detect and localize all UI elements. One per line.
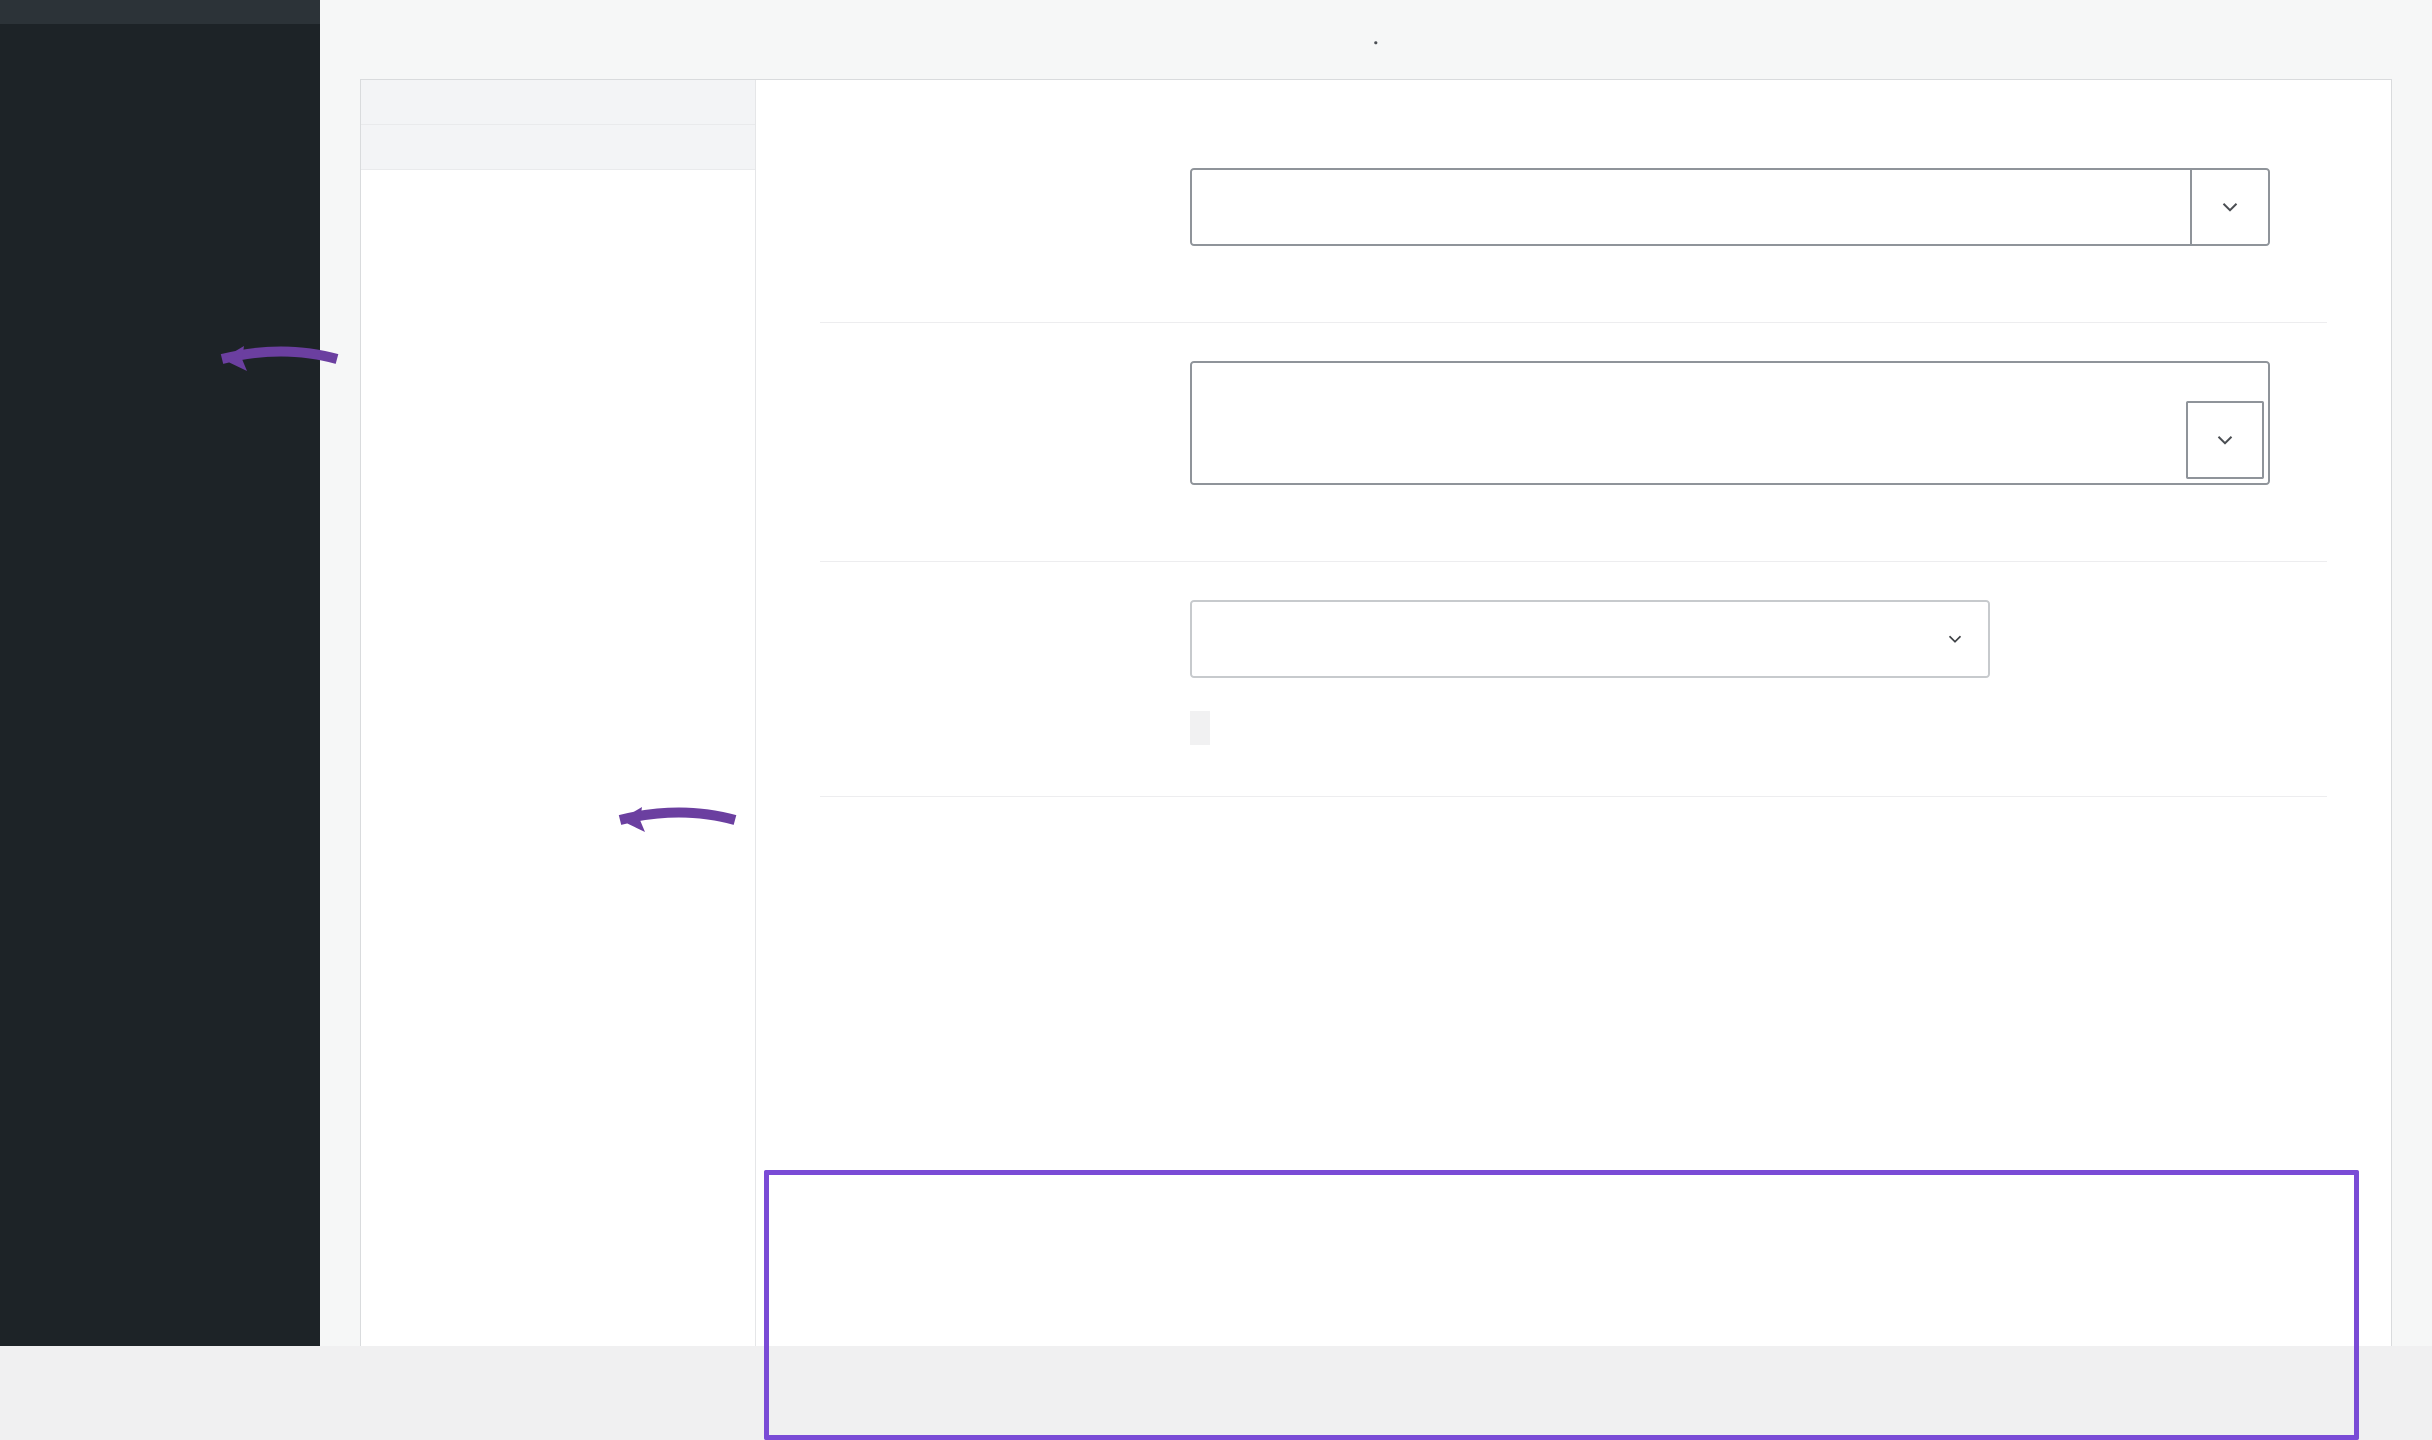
single-post-title-input[interactable] — [1192, 170, 2190, 244]
variable-dropdown-button[interactable] — [2190, 170, 2268, 244]
settings-nav — [361, 80, 756, 1346]
settings-nav-section-post — [361, 125, 755, 170]
variable-dropdown-button[interactable] — [2186, 401, 2264, 479]
field-label — [820, 361, 1150, 513]
code-chip — [1190, 711, 1210, 745]
annotation-highlight-box — [764, 1170, 2359, 1440]
field-help — [1190, 704, 2270, 748]
single-post-title-input-wrap — [1190, 168, 2270, 246]
single-post-description-input-wrap — [1190, 361, 2270, 485]
wp-admin-sidebar — [0, 0, 320, 1346]
chevron-down-icon — [1944, 628, 1966, 650]
page-header: . — [320, 0, 2432, 79]
schema-type-select[interactable] — [1190, 600, 1990, 678]
settings-nav-section-post-types — [361, 80, 755, 125]
field-label — [820, 168, 1150, 274]
field-schema-type — [820, 562, 2327, 797]
field-label — [820, 600, 1150, 748]
single-post-description-input[interactable] — [1192, 363, 2182, 483]
settings-form — [756, 80, 2391, 1346]
field-single-post-description — [820, 323, 2327, 562]
page-subtitle: . — [320, 18, 2432, 51]
field-single-post-title — [820, 130, 2327, 323]
main-content: . — [320, 0, 2432, 1346]
